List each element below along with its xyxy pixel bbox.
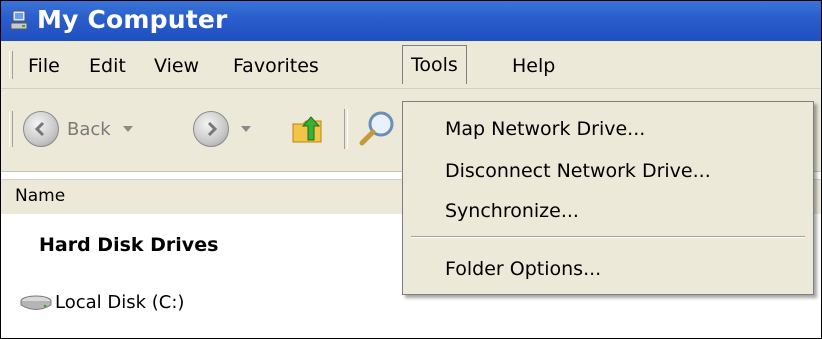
tools-dropdown-menu: Map Network Drive... Disconnect Network … bbox=[402, 101, 814, 295]
menubar-grip[interactable] bbox=[9, 51, 13, 79]
menu-item-disconnect-network-drive[interactable]: Disconnect Network Drive... bbox=[445, 160, 711, 182]
menu-item-map-network-drive[interactable]: Map Network Drive... bbox=[445, 118, 645, 140]
menu-tools[interactable]: Tools bbox=[402, 45, 467, 84]
back-dropdown-arrow[interactable] bbox=[122, 126, 133, 132]
menu-file[interactable]: File bbox=[28, 53, 60, 79]
search-icon bbox=[359, 111, 394, 146]
up-folder-icon bbox=[292, 116, 322, 143]
forward-arrow-icon bbox=[193, 111, 229, 147]
toolbar-separator bbox=[344, 109, 348, 149]
search-button[interactable] bbox=[357, 109, 397, 149]
back-button[interactable]: Back bbox=[23, 109, 133, 149]
back-label: Back bbox=[67, 118, 111, 140]
list-item[interactable]: Local Disk (C:) bbox=[19, 292, 184, 313]
forward-button[interactable] bbox=[193, 109, 251, 149]
menu-favorites[interactable]: Favorites bbox=[233, 53, 319, 79]
column-header-name[interactable]: Name bbox=[15, 186, 65, 206]
menu-help[interactable]: Help bbox=[512, 53, 555, 79]
my-computer-icon bbox=[10, 10, 28, 30]
forward-dropdown-arrow[interactable] bbox=[241, 126, 251, 132]
menu-item-folder-options[interactable]: Folder Options... bbox=[445, 258, 601, 280]
back-arrow-icon bbox=[23, 111, 59, 147]
menu-separator bbox=[411, 236, 805, 238]
menu-edit[interactable]: Edit bbox=[89, 53, 126, 79]
window-frame: My Computer File Edit View Favorites Too… bbox=[0, 0, 822, 339]
disk-label: Local Disk (C:) bbox=[55, 292, 185, 313]
group-title: Hard Disk Drives bbox=[39, 234, 219, 256]
menu-item-synchronize[interactable]: Synchronize... bbox=[445, 200, 579, 222]
window-title: My Computer bbox=[37, 5, 228, 34]
title-bar[interactable]: My Computer bbox=[1, 1, 821, 41]
toolbar-grip[interactable] bbox=[9, 111, 13, 147]
menu-bar: File Edit View Favorites Tools Help bbox=[1, 41, 821, 89]
hard-disk-icon bbox=[20, 295, 52, 310]
menu-view[interactable]: View bbox=[154, 53, 199, 79]
up-button[interactable] bbox=[291, 109, 325, 149]
